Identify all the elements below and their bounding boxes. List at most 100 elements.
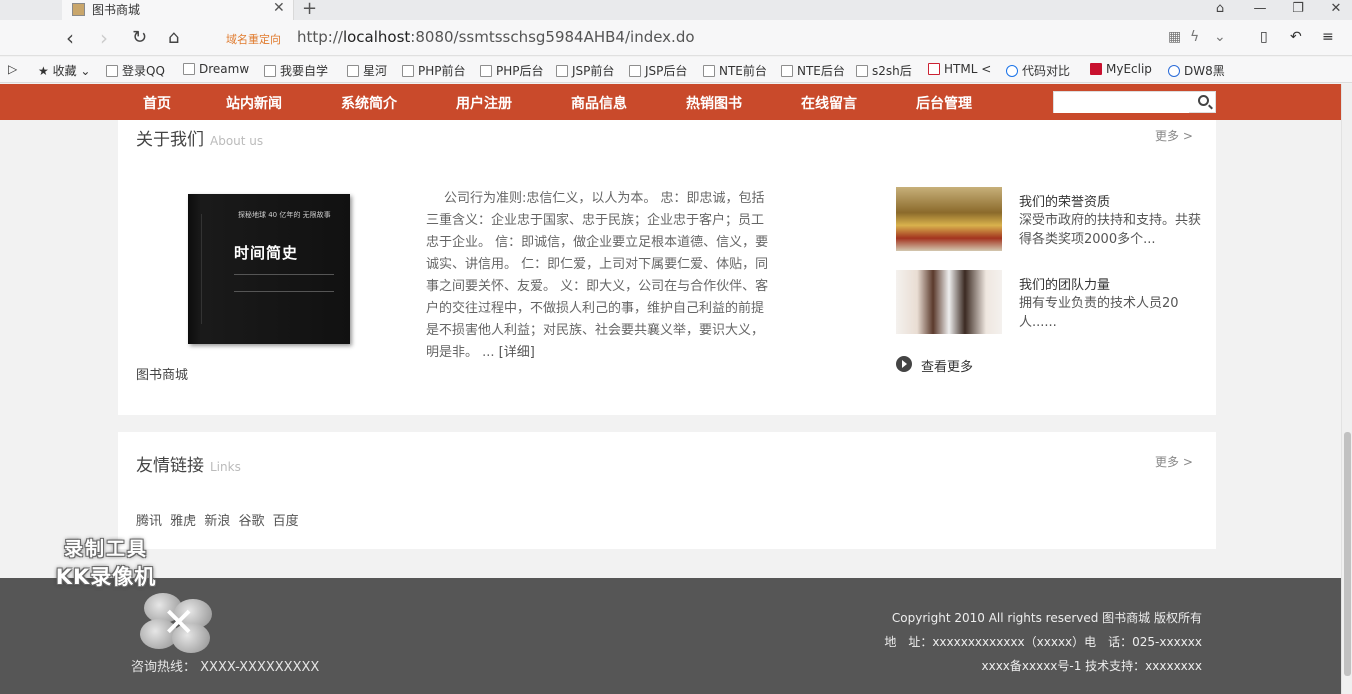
back-icon[interactable]: ‹: [66, 26, 74, 50]
tab-close-icon[interactable]: ✕: [273, 0, 285, 16]
footer-icp: xxxx备xxxxx号-1 技术支持：xxxxxxxx: [981, 659, 1202, 673]
bookmark-item[interactable]: DW8黑: [1168, 62, 1225, 79]
scrollbar-thumb[interactable]: [1344, 432, 1351, 676]
play-circle-icon[interactable]: [896, 356, 912, 372]
site-nav: 首页 站内新闻 系统简介 用户注册 商品信息 热销图书 在线留言 后台管理: [0, 84, 1341, 120]
search-icon[interactable]: [1198, 95, 1209, 106]
pin-icon[interactable]: ⌂: [1200, 0, 1240, 20]
nav-news[interactable]: 站内新闻: [226, 93, 282, 113]
honor-image[interactable]: [896, 187, 1002, 251]
team-title[interactable]: 我们的团队力量: [1019, 274, 1110, 293]
detail-link[interactable]: [详细]: [499, 345, 535, 360]
home-icon[interactable]: ⌂: [168, 27, 179, 48]
reload-icon[interactable]: ↻: [132, 27, 147, 48]
grid-icon[interactable]: ▦: [1168, 29, 1181, 45]
nav-intro[interactable]: 系统简介: [341, 93, 397, 113]
link-yahoo[interactable]: 雅虎: [170, 514, 196, 529]
bookmark-icon: [856, 65, 868, 77]
nav-guestbook[interactable]: 在线留言: [801, 93, 857, 113]
bookmark-page-icon[interactable]: ▯: [1260, 29, 1268, 45]
lightning-icon[interactable]: ϟ: [1190, 29, 1199, 45]
search-input[interactable]: [1054, 93, 1189, 113]
address-bar: ‹ › ↻ ⌂ 域名重定向 http://localhost:8080/ssmt…: [0, 20, 1352, 56]
nav-admin[interactable]: 后台管理: [916, 93, 972, 113]
links-more-link[interactable]: 更多 >: [1155, 453, 1193, 470]
nav-home[interactable]: 首页: [143, 93, 171, 113]
bookmark-icon: [480, 65, 492, 77]
bookmark-item[interactable]: PHP前台: [402, 62, 466, 79]
view-more-link[interactable]: 查看更多: [921, 356, 973, 375]
sidebar-toggle-icon[interactable]: ▷: [8, 62, 17, 76]
forward-icon[interactable]: ›: [100, 26, 108, 50]
tab-title: 图书商城: [92, 3, 141, 17]
nav-products[interactable]: 商品信息: [571, 93, 627, 113]
bookmark-item[interactable]: JSP后台: [629, 62, 687, 79]
bookmark-label: NTE后台: [797, 64, 845, 78]
footer-logo-icon: ✕: [140, 593, 216, 655]
watermark-line1: 录制工具: [63, 538, 148, 560]
about-more-link[interactable]: 更多 >: [1155, 127, 1193, 144]
bookmark-item[interactable]: NTE后台: [781, 62, 845, 79]
browser-tab[interactable]: 图书商城 ✕: [62, 0, 294, 20]
bookmark-label: 登录QQ: [122, 64, 165, 78]
link-baidu[interactable]: 百度: [273, 514, 299, 529]
bookmark-item[interactable]: PHP后台: [480, 62, 544, 79]
bookmark-item[interactable]: NTE前台: [703, 62, 767, 79]
bookmark-item[interactable]: JSP前台: [556, 62, 614, 79]
about-text: 公司行为准则:忠信仁义，以人为本。 忠：即忠诚，包括三重含义：企业忠于国家、忠于…: [426, 191, 769, 360]
links-title-text: 友情链接: [136, 456, 204, 476]
tab-favicon-icon: [72, 3, 85, 16]
bookmark-item[interactable]: 我要自学: [264, 62, 328, 79]
chevron-down-icon[interactable]: ⌄: [1214, 29, 1226, 45]
bookmark-label: NTE前台: [719, 64, 767, 78]
menu-icon[interactable]: ≡: [1322, 29, 1334, 45]
url-path: :8080/ssmtsschsg5984AHB4/index.do: [410, 28, 695, 46]
bookmark-label: JSP后台: [645, 64, 688, 78]
bookmark-label: 收藏: [52, 64, 77, 78]
bookmark-icon: [928, 63, 940, 75]
bookmark-icon: [629, 65, 641, 77]
team-desc: 拥有专业负责的技术人员20人......: [1019, 296, 1179, 330]
team-image[interactable]: [896, 270, 1002, 334]
bookmark-item[interactable]: MyEclip: [1090, 62, 1152, 76]
bookmark-favorites[interactable]: ★ 收藏 ⌄: [38, 62, 90, 79]
link-sina[interactable]: 新浪: [204, 514, 230, 529]
bookmark-item[interactable]: Dreamw: [183, 62, 249, 76]
nav-register[interactable]: 用户注册: [456, 93, 512, 113]
friend-links: 腾讯 雅虎 新浪 谷歌 百度: [136, 510, 303, 529]
url-input[interactable]: http://localhost:8080/ssmtsschsg5984AHB4…: [297, 28, 695, 46]
url-prefix: http://: [297, 28, 343, 46]
about-title: 关于我们 About us: [136, 125, 263, 150]
bookmark-icon: [264, 65, 276, 77]
bookmark-label: 星河: [363, 64, 388, 78]
close-window-icon[interactable]: ✕: [1316, 0, 1352, 20]
url-host: localhost: [342, 28, 411, 46]
honor-title[interactable]: 我们的荣誉资质: [1019, 191, 1110, 210]
link-tencent[interactable]: 腾讯: [136, 514, 162, 529]
link-google[interactable]: 谷歌: [238, 514, 264, 529]
bookmark-item[interactable]: 代码对比: [1006, 62, 1070, 79]
bookmark-icon: [781, 65, 793, 77]
links-panel: [118, 432, 1216, 549]
links-title: 友情链接 Links: [136, 451, 241, 476]
page-scrollbar[interactable]: [1341, 84, 1352, 694]
minimize-icon[interactable]: —: [1240, 0, 1280, 20]
bookmark-icon: [1006, 65, 1018, 77]
bookmark-item[interactable]: s2sh后: [856, 62, 912, 79]
restore-icon[interactable]: ❐: [1278, 0, 1318, 20]
bookmark-icon: [106, 65, 118, 77]
bookmark-item[interactable]: 星河: [347, 62, 387, 79]
bookmark-icon: [347, 65, 359, 77]
bookmark-item[interactable]: 登录QQ: [106, 62, 165, 79]
undo-icon[interactable]: ↶: [1290, 29, 1302, 45]
bookmarks-bar: ▷ ★ 收藏 ⌄ 登录QQ Dreamw 我要自学 星河 PHP前台 PHP后台…: [0, 57, 1352, 83]
new-tab-icon[interactable]: +: [302, 0, 317, 19]
bookmark-icon: [556, 65, 568, 77]
book-cover-image[interactable]: 探秘地球 40 亿年的 无限故事 时间简史: [188, 194, 350, 344]
book-cover-title: 时间简史: [234, 244, 299, 262]
links-subtitle: Links: [210, 460, 241, 474]
bookmark-item[interactable]: HTML <: [928, 62, 991, 76]
bookmark-label: JSP前台: [572, 64, 615, 78]
footer-copyright: Copyright 2010 All rights reserved 图书商城 …: [891, 611, 1202, 625]
nav-bestsellers[interactable]: 热销图书: [686, 93, 742, 113]
